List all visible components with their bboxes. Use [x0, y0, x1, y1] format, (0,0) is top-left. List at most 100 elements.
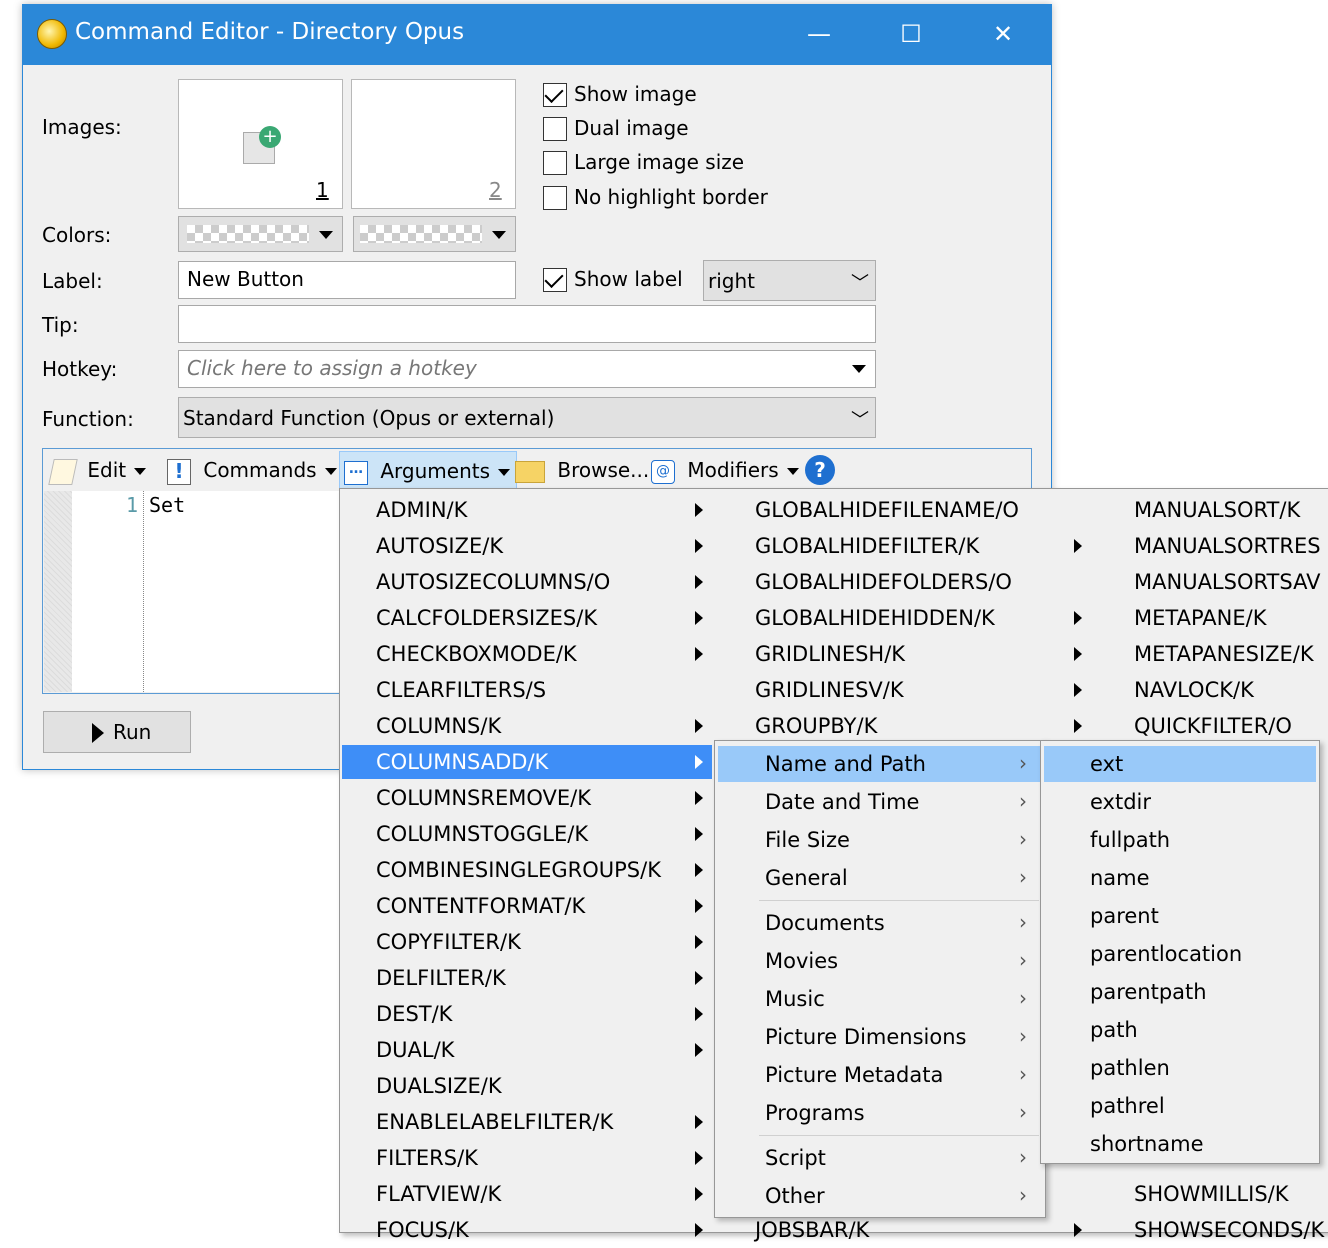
- submenu-arrow-icon: [695, 719, 703, 733]
- submenu-category-item[interactable]: Music: [765, 980, 825, 1018]
- submenu-category-item[interactable]: Script: [765, 1139, 826, 1177]
- color-picker-1[interactable]: [178, 216, 343, 252]
- column-name-item[interactable]: parent: [1090, 897, 1159, 935]
- menu-item[interactable]: GROUPBY/K: [755, 708, 877, 744]
- show-label-checkbox[interactable]: [543, 268, 567, 292]
- menu-item[interactable]: METAPANE/K: [1134, 600, 1266, 636]
- menu-item[interactable]: FOCUS/K: [376, 1212, 469, 1248]
- code-editor[interactable]: 1 Set: [72, 491, 372, 692]
- column-name-item[interactable]: path: [1090, 1011, 1138, 1049]
- image-slot-1[interactable]: + 1: [178, 79, 343, 209]
- dropdown-arrow-icon: [319, 231, 333, 239]
- menu-item[interactable]: MANUALSORTRES: [1134, 528, 1321, 564]
- function-value: Standard Function (Opus or external): [183, 406, 555, 430]
- submenu-category-item[interactable]: Other: [765, 1177, 825, 1215]
- column-name-item[interactable]: extdir: [1090, 783, 1151, 821]
- close-button[interactable]: ✕: [957, 5, 1049, 65]
- arguments-menu-button[interactable]: … Arguments: [339, 451, 518, 489]
- column-name-item[interactable]: parentlocation: [1090, 935, 1242, 973]
- column-name-item[interactable]: name: [1090, 859, 1150, 897]
- menu-item[interactable]: ADMIN/K: [376, 492, 467, 528]
- menu-item[interactable]: AUTOSIZE/K: [376, 528, 503, 564]
- menu-item[interactable]: CALCFOLDERSIZES/K: [376, 600, 597, 636]
- commands-menu-button[interactable]: ! Commands: [167, 451, 337, 489]
- title-bar[interactable]: Command Editor - Directory Opus — ☐ ✕: [23, 5, 1051, 65]
- submenu-arrow-icon: [1074, 539, 1082, 553]
- color-picker-2[interactable]: [353, 216, 516, 252]
- menu-item[interactable]: COMBINESINGLEGROUPS/K: [376, 852, 661, 888]
- submenu-category-item[interactable]: Date and Time: [765, 783, 919, 821]
- menu-item[interactable]: COLUMNSADD/K: [376, 744, 548, 780]
- menu-item[interactable]: CLEARFILTERS/S: [376, 672, 546, 708]
- chevron-right-icon: ›: [1019, 1145, 1027, 1169]
- menu-item[interactable]: DUALSIZE/K: [376, 1068, 502, 1104]
- no-highlight-checkbox[interactable]: [543, 186, 567, 210]
- image-slot-2[interactable]: 2: [351, 79, 516, 209]
- column-name-item[interactable]: pathrel: [1090, 1087, 1165, 1125]
- maximize-button[interactable]: ☐: [865, 5, 957, 65]
- menu-item[interactable]: NAVLOCK/K: [1134, 672, 1254, 708]
- submenu-category-item[interactable]: Documents: [765, 904, 885, 942]
- menu-item[interactable]: ENABLELABELFILTER/K: [376, 1104, 613, 1140]
- menu-item[interactable]: COLUMNS/K: [376, 708, 501, 744]
- large-image-checkbox[interactable]: [543, 151, 567, 175]
- menu-item[interactable]: COLUMNSREMOVE/K: [376, 780, 591, 816]
- menu-item[interactable]: GLOBALHIDEFILTER/K: [755, 528, 979, 564]
- submenu-category-item[interactable]: Picture Dimensions: [765, 1018, 966, 1056]
- menu-item[interactable]: GLOBALHIDEHIDDEN/K: [755, 600, 995, 636]
- menu-item[interactable]: DELFILTER/K: [376, 960, 506, 996]
- directory-opus-app-icon: [37, 19, 67, 49]
- column-name-item[interactable]: pathlen: [1090, 1049, 1170, 1087]
- chevron-right-icon: ›: [1019, 751, 1027, 775]
- tip-input[interactable]: [178, 305, 876, 343]
- menu-item[interactable]: CHECKBOXMODE/K: [376, 636, 577, 672]
- menu-item[interactable]: COLUMNSTOGGLE/K: [376, 816, 588, 852]
- menu-item[interactable]: GLOBALHIDEFILENAME/O: [755, 492, 1019, 528]
- submenu-arrow-icon: [695, 611, 703, 625]
- function-select[interactable]: Standard Function (Opus or external) ﹀: [178, 397, 876, 438]
- submenu-category-item[interactable]: File Size: [765, 821, 850, 859]
- menu-item[interactable]: DUAL/K: [376, 1032, 454, 1068]
- menu-item[interactable]: GRIDLINESH/K: [755, 636, 905, 672]
- column-name-item[interactable]: ext: [1090, 745, 1123, 783]
- menu-item[interactable]: MANUALSORT/K: [1134, 492, 1300, 528]
- run-button[interactable]: Run: [43, 711, 191, 753]
- menu-item[interactable]: FILTERS/K: [376, 1140, 478, 1176]
- menu-item[interactable]: AUTOSIZECOLUMNS/O: [376, 564, 610, 600]
- menu-item[interactable]: SHOWMILLIS/K: [1134, 1176, 1289, 1212]
- label-position-select[interactable]: right ﹀: [703, 260, 876, 301]
- submenu-arrow-icon: [695, 863, 703, 877]
- submenu-category-item[interactable]: Picture Metadata: [765, 1056, 943, 1094]
- menu-item[interactable]: DEST/K: [376, 996, 452, 1032]
- column-name-item[interactable]: parentpath: [1090, 973, 1207, 1011]
- play-icon: [92, 723, 104, 743]
- chevron-right-icon: ›: [1019, 948, 1027, 972]
- browse-button[interactable]: Browse...: [515, 451, 649, 489]
- menu-item[interactable]: QUICKFILTER/O: [1134, 708, 1292, 744]
- menu-item[interactable]: METAPANESIZE/K: [1134, 636, 1314, 672]
- menu-separator: [759, 1135, 1039, 1136]
- dual-image-checkbox[interactable]: [543, 117, 567, 141]
- menu-item[interactable]: MANUALSORTSAV: [1134, 564, 1321, 600]
- edit-menu-button[interactable]: Edit: [48, 451, 147, 489]
- modifiers-menu-button[interactable]: @ Modifiers: [651, 451, 799, 489]
- submenu-arrow-icon: [695, 575, 703, 589]
- help-icon[interactable]: ?: [805, 455, 835, 485]
- menu-item[interactable]: GRIDLINESV/K: [755, 672, 904, 708]
- menu-item[interactable]: FLATVIEW/K: [376, 1176, 501, 1212]
- show-image-checkbox[interactable]: [543, 83, 567, 107]
- submenu-category-item[interactable]: General: [765, 859, 848, 897]
- submenu-category-item[interactable]: Programs: [765, 1094, 865, 1132]
- menu-item[interactable]: GLOBALHIDEFOLDERS/O: [755, 564, 1012, 600]
- label-input[interactable]: New Button: [178, 261, 516, 299]
- minimize-button[interactable]: —: [773, 5, 865, 65]
- menu-item[interactable]: COPYFILTER/K: [376, 924, 521, 960]
- submenu-category-item[interactable]: Movies: [765, 942, 838, 980]
- submenu-category-item[interactable]: Name and Path: [765, 745, 926, 783]
- column-name-item[interactable]: fullpath: [1090, 821, 1170, 859]
- hotkey-input[interactable]: Click here to assign a hotkey: [178, 350, 876, 388]
- show-label-label: Show label: [574, 267, 683, 291]
- menu-item[interactable]: CONTENTFORMAT/K: [376, 888, 585, 924]
- column-name-item[interactable]: shortname: [1090, 1125, 1204, 1163]
- menu-item[interactable]: SHOWSECONDS/K: [1134, 1212, 1324, 1248]
